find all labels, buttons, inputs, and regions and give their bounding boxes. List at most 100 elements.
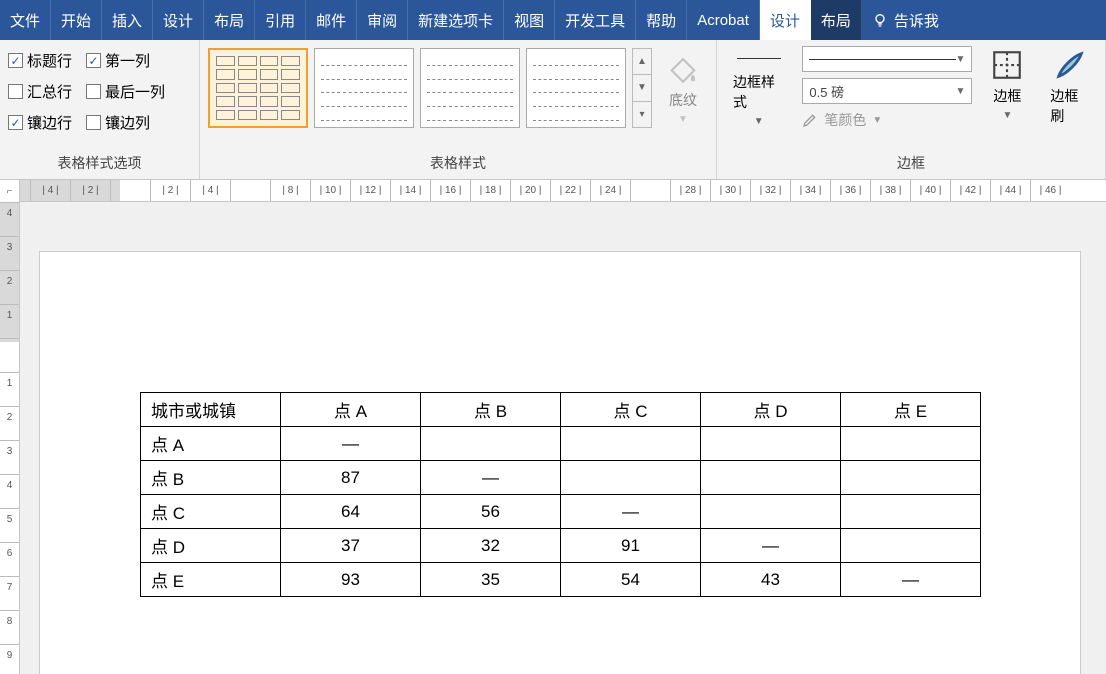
page-area[interactable]: 城市或城镇点 A点 B点 C点 D点 E点 A—点 B87—点 C6456—点 … — [20, 202, 1106, 674]
styles-gallery: ▲ ▼ ▾ 底纹 ▼ — [208, 44, 708, 129]
gallery-more-button[interactable]: ▾ — [633, 102, 651, 127]
group-style-options: 标题行 汇总行 镶边行 第一列 最后一列 镶边列 表格样式选项 — [0, 40, 200, 179]
border-line-style-combo[interactable]: ▼ — [802, 46, 972, 72]
table-header-cell[interactable]: 城市或城镇 — [141, 393, 281, 427]
table-header-cell[interactable]: 点 E — [841, 393, 981, 427]
pen-color-label: 笔颜色 — [824, 110, 866, 130]
tab-table-design[interactable]: 设计 — [760, 0, 811, 40]
tab-table-layout[interactable]: 布局 — [811, 0, 862, 40]
table-row[interactable]: 点 A— — [141, 427, 981, 461]
checkbox-icon — [8, 84, 23, 99]
table-cell[interactable]: — — [561, 495, 701, 529]
tell-me[interactable]: 告诉我 — [862, 0, 949, 40]
style-thumb-1[interactable] — [208, 48, 308, 128]
cb-first-col[interactable]: 第一列 — [86, 50, 165, 71]
group-label-borders: 边框 — [725, 149, 1097, 179]
chevron-down-icon: ▼ — [678, 114, 688, 125]
tab-acrobat[interactable]: Acrobat — [687, 0, 760, 40]
table-cell[interactable]: 43 — [701, 563, 841, 597]
table-cell[interactable] — [561, 461, 701, 495]
ruler-vertical[interactable]: 4321123456789 — [0, 202, 20, 674]
table-cell[interactable] — [701, 461, 841, 495]
border-styles-label: 边框样式 — [733, 72, 784, 112]
cb-banded-rows[interactable]: 镶边行 — [8, 112, 72, 133]
ruler-horizontal[interactable]: | 4 || 2 || 2 || 4 || 8 || 10 || 12 || 1… — [20, 180, 1106, 202]
lightbulb-icon — [872, 12, 888, 28]
table-header-cell[interactable]: 点 D — [701, 393, 841, 427]
table-row[interactable]: 点 B87— — [141, 461, 981, 495]
table-cell[interactable]: 点 C — [141, 495, 281, 529]
group-table-styles: ▲ ▼ ▾ 底纹 ▼ 表格样式 — [200, 40, 717, 179]
border-painter-label: 边框刷 — [1050, 86, 1089, 126]
table-cell[interactable]: 56 — [421, 495, 561, 529]
tell-me-label: 告诉我 — [894, 10, 939, 31]
cb-total-row[interactable]: 汇总行 — [8, 81, 72, 102]
table-header-cell[interactable]: 点 C — [561, 393, 701, 427]
tab-mail[interactable]: 邮件 — [306, 0, 357, 40]
tab-view[interactable]: 视图 — [504, 0, 555, 40]
table-cell[interactable] — [701, 495, 841, 529]
table-cell[interactable]: — — [421, 461, 561, 495]
table-cell[interactable]: 91 — [561, 529, 701, 563]
table-cell[interactable]: 点 D — [141, 529, 281, 563]
style-thumb-2[interactable] — [314, 48, 414, 128]
tab-devtools[interactable]: 开发工具 — [555, 0, 636, 40]
table-cell[interactable]: 37 — [281, 529, 421, 563]
table-cell[interactable]: 64 — [281, 495, 421, 529]
table-row[interactable]: 点 C6456— — [141, 495, 981, 529]
table-cell[interactable] — [841, 529, 981, 563]
table-row[interactable]: 点 E93355443— — [141, 563, 981, 597]
tab-newtab[interactable]: 新建选项卡 — [408, 0, 504, 40]
brush-icon — [1053, 48, 1087, 82]
table-cell[interactable]: 点 E — [141, 563, 281, 597]
table-cell[interactable]: 35 — [421, 563, 561, 597]
border-width-combo[interactable]: 0.5 磅 ▼ — [802, 78, 972, 104]
chevron-down-icon: ▼ — [754, 116, 764, 127]
group-label-style-options: 表格样式选项 — [8, 149, 191, 179]
style-thumb-3[interactable] — [420, 48, 520, 128]
checkbox-icon — [8, 115, 23, 130]
bucket-icon — [666, 52, 700, 86]
table-cell[interactable] — [841, 495, 981, 529]
table-cell[interactable]: 点 A — [141, 427, 281, 461]
table-cell[interactable] — [421, 427, 561, 461]
table-row[interactable]: 点 D373291— — [141, 529, 981, 563]
table-cell[interactable]: — — [701, 529, 841, 563]
tab-review[interactable]: 审阅 — [357, 0, 408, 40]
gallery-scroll: ▲ ▼ ▾ — [632, 48, 652, 128]
gallery-up-button[interactable]: ▲ — [633, 49, 651, 75]
tab-help[interactable]: 帮助 — [636, 0, 687, 40]
table-header-cell[interactable]: 点 A — [281, 393, 421, 427]
borders-button[interactable]: 边框 ▼ — [982, 44, 1032, 125]
document-table[interactable]: 城市或城镇点 A点 B点 C点 D点 E点 A—点 B87—点 C6456—点 … — [140, 392, 981, 597]
shading-button[interactable]: 底纹 ▼ — [658, 48, 708, 129]
table-cell[interactable]: 点 B — [141, 461, 281, 495]
table-cell[interactable] — [841, 427, 981, 461]
table-cell[interactable] — [701, 427, 841, 461]
table-cell[interactable]: 87 — [281, 461, 421, 495]
border-painter-button[interactable]: 边框刷 — [1042, 44, 1097, 130]
table-cell[interactable]: 32 — [421, 529, 561, 563]
workspace: 4321123456789 城市或城镇点 A点 B点 C点 D点 E点 A—点 … — [0, 202, 1106, 674]
tab-home[interactable]: 开始 — [51, 0, 102, 40]
table-cell[interactable]: 93 — [281, 563, 421, 597]
pen-color-button[interactable]: 笔颜色 ▼ — [802, 110, 972, 130]
border-styles-button[interactable]: 边框样式 ▼ — [725, 44, 792, 131]
table-cell[interactable]: 54 — [561, 563, 701, 597]
cb-last-col[interactable]: 最后一列 — [86, 81, 165, 102]
checkbox-icon — [86, 53, 101, 68]
tab-file[interactable]: 文件 — [0, 0, 51, 40]
tab-design[interactable]: 设计 — [153, 0, 204, 40]
table-cell[interactable]: — — [841, 563, 981, 597]
tab-layout[interactable]: 布局 — [204, 0, 255, 40]
tab-insert[interactable]: 插入 — [102, 0, 153, 40]
table-cell[interactable] — [841, 461, 981, 495]
table-cell[interactable] — [561, 427, 701, 461]
tab-references[interactable]: 引用 — [255, 0, 306, 40]
table-cell[interactable]: — — [281, 427, 421, 461]
cb-banded-cols[interactable]: 镶边列 — [86, 112, 165, 133]
gallery-down-button[interactable]: ▼ — [633, 75, 651, 101]
style-thumb-4[interactable] — [526, 48, 626, 128]
table-header-cell[interactable]: 点 B — [421, 393, 561, 427]
cb-header-row[interactable]: 标题行 — [8, 50, 72, 71]
